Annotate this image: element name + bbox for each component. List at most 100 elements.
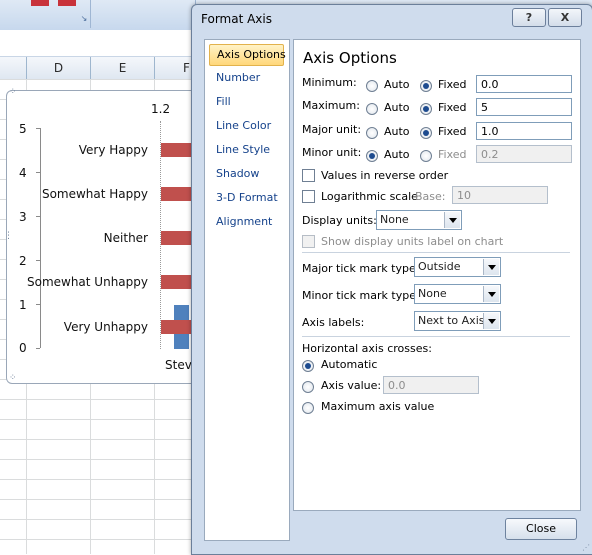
- y-tick: [36, 304, 40, 305]
- chevron-down-icon[interactable]: [483, 259, 499, 275]
- minimum-fixed-radio[interactable]: [420, 80, 432, 92]
- y-tick: [36, 260, 40, 261]
- minor-tick-value: None: [418, 287, 447, 300]
- crosses-automatic-label[interactable]: Automatic: [321, 358, 377, 371]
- minor-unit-fixed-radio[interactable]: [420, 150, 432, 162]
- chevron-down-icon[interactable]: [444, 212, 460, 228]
- nav-number[interactable]: Number: [209, 68, 282, 88]
- log-scale-checkbox[interactable]: [302, 190, 315, 203]
- major-unit-auto-label[interactable]: Auto: [384, 125, 410, 138]
- help-icon[interactable]: ?: [512, 8, 546, 27]
- close-button[interactable]: Close: [505, 518, 577, 540]
- show-units-label[interactable]: Show display units label on chart: [321, 235, 503, 248]
- major-unit-value-field[interactable]: 1.0: [476, 122, 572, 140]
- panel-title: Axis Options: [303, 49, 397, 67]
- major-unit-fixed-radio[interactable]: [420, 127, 432, 139]
- nav-axis-options[interactable]: Axis Options: [209, 44, 286, 66]
- column-header-e[interactable]: E: [91, 57, 155, 79]
- maximum-auto-label[interactable]: Auto: [384, 101, 410, 114]
- maximum-fixed-radio[interactable]: [420, 103, 432, 115]
- maximum-auto-radio[interactable]: [366, 103, 378, 115]
- dialog-titlebar[interactable]: Format Axis ? X: [192, 5, 592, 33]
- crosses-maximum-radio[interactable]: [302, 402, 314, 414]
- axis-options-panel: Axis Options Minimum: Auto Fixed 0.0 Max…: [293, 39, 581, 511]
- fill-color-swatch[interactable]: [31, 0, 49, 6]
- chart-object[interactable]: ⁘ ⋮ ⁘ 5 4 3 2 1 0 1.2 Very Happy Somewha…: [4, 87, 199, 384]
- y-tick: [36, 128, 40, 129]
- axis-labels-dropdown[interactable]: Next to Axis: [414, 311, 501, 331]
- display-units-value: None: [380, 213, 409, 226]
- major-tick-dropdown[interactable]: Outside: [414, 257, 501, 277]
- maximum-fixed-label[interactable]: Fixed: [438, 101, 467, 114]
- y-axis-line: [40, 128, 41, 348]
- axis-labels-value: Next to Axis: [418, 314, 485, 327]
- minor-tick-dropdown[interactable]: None: [414, 284, 501, 304]
- resize-handle-icon[interactable]: ⋮: [4, 231, 13, 241]
- nav-line-style[interactable]: Line Style: [209, 140, 282, 160]
- y-tick-label: 2: [19, 254, 27, 268]
- display-units-label: Display units:: [302, 214, 377, 227]
- minor-unit-fixed-label[interactable]: Fixed: [438, 148, 467, 161]
- resize-handle-icon[interactable]: ⁘: [9, 87, 17, 97]
- crosses-axis-value-field[interactable]: 0.0: [383, 376, 479, 394]
- minimum-label: Minimum:: [302, 76, 357, 89]
- y-tick-label: 0: [19, 341, 27, 355]
- category-list: Axis Options Number Fill Line Color Line…: [204, 39, 290, 541]
- y-tick-label: 4: [19, 166, 27, 180]
- display-units-dropdown[interactable]: None: [376, 210, 462, 230]
- resize-grip-icon[interactable]: ⋰: [582, 543, 590, 552]
- major-unit-label: Major unit:: [302, 123, 362, 136]
- ribbon-group-font: ↘: [0, 0, 91, 28]
- y-tick-label: 3: [19, 210, 27, 224]
- y-tick: [36, 348, 40, 349]
- crosses-maximum-label[interactable]: Maximum axis value: [321, 400, 434, 413]
- select-all-corner[interactable]: [0, 57, 27, 79]
- y-tick: [36, 216, 40, 217]
- nav-3d-format[interactable]: 3-D Format: [209, 188, 282, 208]
- major-unit-fixed-label[interactable]: Fixed: [438, 125, 467, 138]
- maximum-label: Maximum:: [302, 99, 360, 112]
- category-label: Very Happy: [78, 143, 148, 157]
- show-units-checkbox[interactable]: [302, 235, 315, 248]
- base-value-field[interactable]: 10: [452, 186, 548, 204]
- major-tick-label: Major tick mark type:: [302, 262, 420, 275]
- maximum-value-field[interactable]: 5: [476, 98, 572, 116]
- nav-fill[interactable]: Fill: [209, 92, 282, 112]
- divider: [302, 336, 570, 337]
- category-label: Neither: [103, 231, 148, 245]
- minor-unit-auto-radio[interactable]: [366, 150, 378, 162]
- values-reverse-checkbox[interactable]: [302, 169, 315, 182]
- minimum-auto-radio[interactable]: [366, 80, 378, 92]
- dialog-launcher-icon[interactable]: ↘: [79, 14, 89, 24]
- y-tick-label: 1: [19, 298, 27, 312]
- major-tick-value: Outside: [418, 260, 461, 273]
- chevron-down-icon[interactable]: [483, 313, 499, 329]
- minimum-fixed-label[interactable]: Fixed: [438, 78, 467, 91]
- crosses-automatic-radio[interactable]: [302, 360, 314, 372]
- minor-unit-value-field[interactable]: 0.2: [476, 145, 572, 163]
- minor-unit-label: Minor unit:: [302, 146, 362, 159]
- resize-handle-icon[interactable]: ⁘: [9, 373, 17, 383]
- minimum-auto-label[interactable]: Auto: [384, 78, 410, 91]
- y-tick: [36, 172, 40, 173]
- column-header-d[interactable]: D: [27, 57, 91, 79]
- minimum-value-field[interactable]: 0.0: [476, 75, 572, 93]
- minor-unit-auto-label[interactable]: Auto: [384, 148, 410, 161]
- major-unit-auto-radio[interactable]: [366, 127, 378, 139]
- chevron-down-icon[interactable]: [483, 286, 499, 302]
- category-label: Somewhat Unhappy: [26, 275, 148, 289]
- nav-line-color[interactable]: Line Color: [209, 116, 282, 136]
- nav-shadow[interactable]: Shadow: [209, 164, 282, 184]
- nav-alignment[interactable]: Alignment: [209, 212, 282, 232]
- crosses-axis-value-radio[interactable]: [302, 381, 314, 393]
- category-label: Somewhat Happy: [41, 187, 148, 201]
- font-color-swatch[interactable]: [58, 0, 76, 6]
- close-icon[interactable]: X: [548, 8, 582, 27]
- values-reverse-label[interactable]: Values in reverse order: [321, 169, 448, 182]
- log-scale-label[interactable]: Logarithmic scale: [321, 190, 418, 203]
- crosses-axis-value-label[interactable]: Axis value:: [321, 379, 381, 392]
- dialog-title: Format Axis: [201, 12, 272, 26]
- horizontal-axis-crosses-label: Horizontal axis crosses:: [302, 342, 432, 355]
- y-tick-label: 5: [19, 122, 27, 136]
- minor-tick-label: Minor tick mark type:: [302, 289, 420, 302]
